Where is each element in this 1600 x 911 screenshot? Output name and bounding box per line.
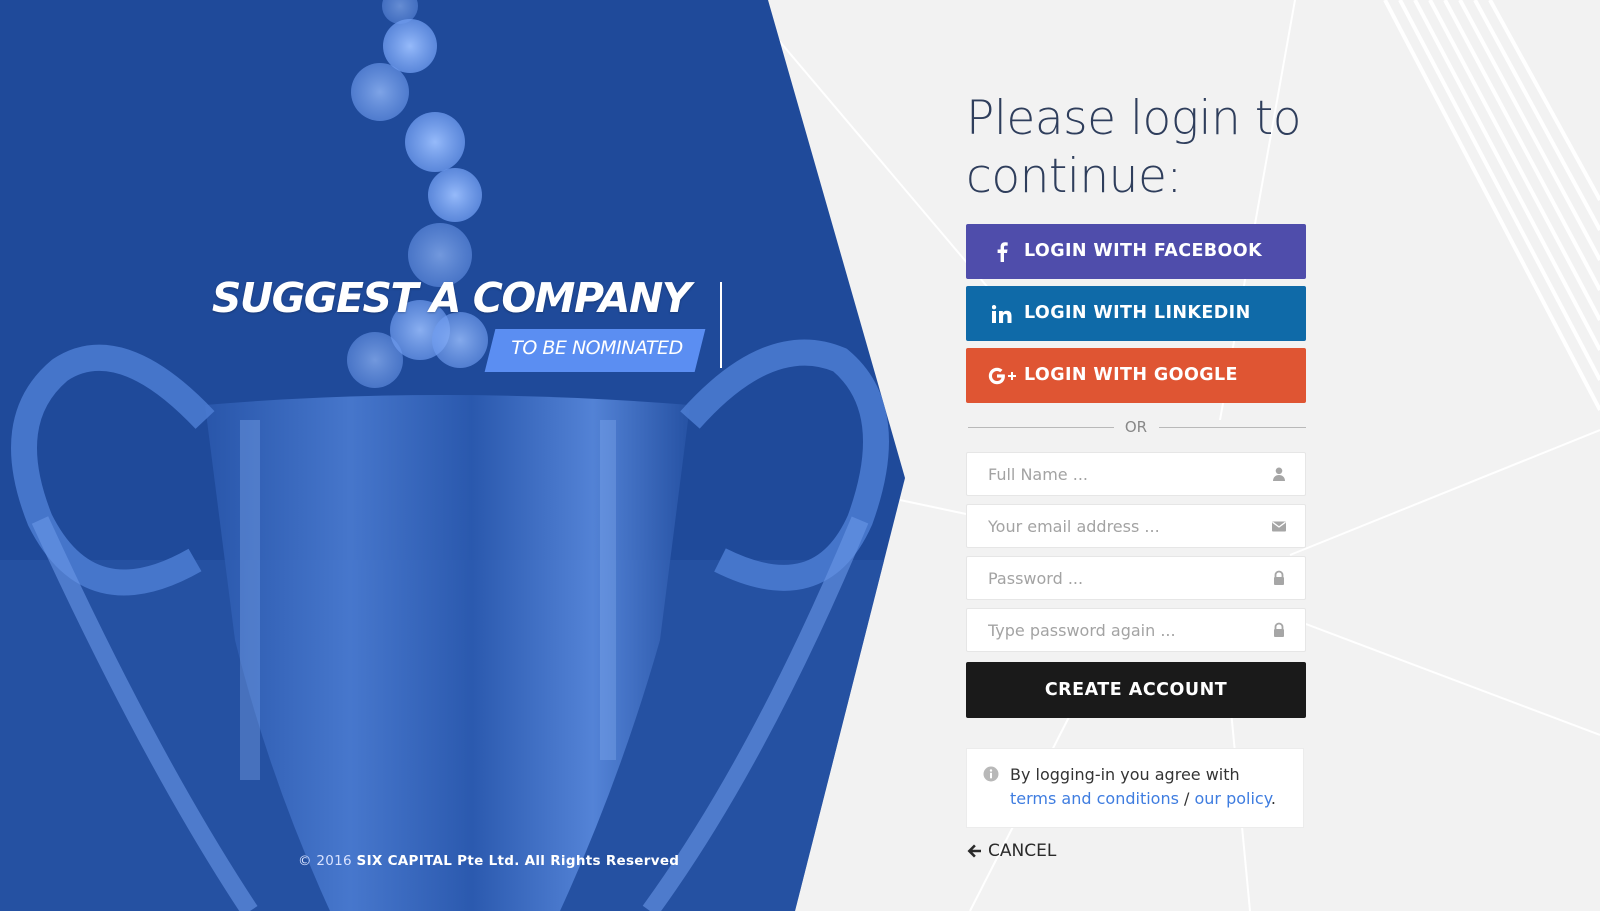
terms-notice: By logging-in you agree with terms and c… xyxy=(966,748,1304,828)
password-input[interactable] xyxy=(967,557,1257,599)
or-divider: OR xyxy=(966,410,1306,444)
terms-link[interactable]: terms and conditions xyxy=(1010,789,1179,808)
cancel-label: CANCEL xyxy=(988,841,1057,861)
policy-link[interactable]: our policy xyxy=(1195,789,1271,808)
login-google-button[interactable]: LOGIN WITH GOOGLE xyxy=(966,348,1306,403)
or-label: OR xyxy=(1124,418,1148,436)
full-name-field xyxy=(966,452,1306,496)
lock-icon xyxy=(1271,622,1287,638)
google-label: LOGIN WITH GOOGLE xyxy=(1024,365,1238,385)
info-icon xyxy=(983,766,999,782)
background-lines xyxy=(769,0,1600,911)
divider-line-left xyxy=(968,427,1114,428)
linkedin-icon xyxy=(984,286,1020,341)
page: SUGGEST A COMPANY TO BE NOMINATED © 2016… xyxy=(0,0,1600,911)
arrow-left-icon xyxy=(966,843,982,859)
terms-separator: / xyxy=(1184,789,1190,808)
terms-prefix: By logging-in you agree with xyxy=(1010,765,1240,784)
login-linkedin-button[interactable]: LOGIN WITH LINKEDIN xyxy=(966,286,1306,341)
linkedin-label: LOGIN WITH LINKEDIN xyxy=(1024,303,1251,323)
login-facebook-button[interactable]: LOGIN WITH FACEBOOK xyxy=(966,224,1306,279)
create-account-button[interactable]: CREATE ACCOUNT xyxy=(966,662,1306,718)
facebook-icon xyxy=(984,224,1020,279)
divider-line-right xyxy=(1159,427,1306,428)
terms-text: By logging-in you agree with terms and c… xyxy=(1010,763,1295,811)
lock-icon xyxy=(1271,570,1287,586)
full-name-input[interactable] xyxy=(967,453,1257,495)
password-again-field xyxy=(966,608,1306,652)
facebook-label: LOGIN WITH FACEBOOK xyxy=(1024,241,1263,261)
google-plus-icon xyxy=(984,348,1020,403)
email-field xyxy=(966,504,1306,548)
envelope-icon xyxy=(1271,518,1287,534)
password-field xyxy=(966,556,1306,600)
cancel-button[interactable]: CANCEL xyxy=(966,841,1056,861)
password-again-input[interactable] xyxy=(967,609,1257,651)
page-title: Please login to continue: xyxy=(966,91,1301,204)
user-icon xyxy=(1271,466,1287,482)
login-panel: Please login to continue: LOGIN WITH FAC… xyxy=(966,90,1306,861)
terms-suffix: . xyxy=(1270,789,1277,808)
email-input[interactable] xyxy=(967,505,1257,547)
